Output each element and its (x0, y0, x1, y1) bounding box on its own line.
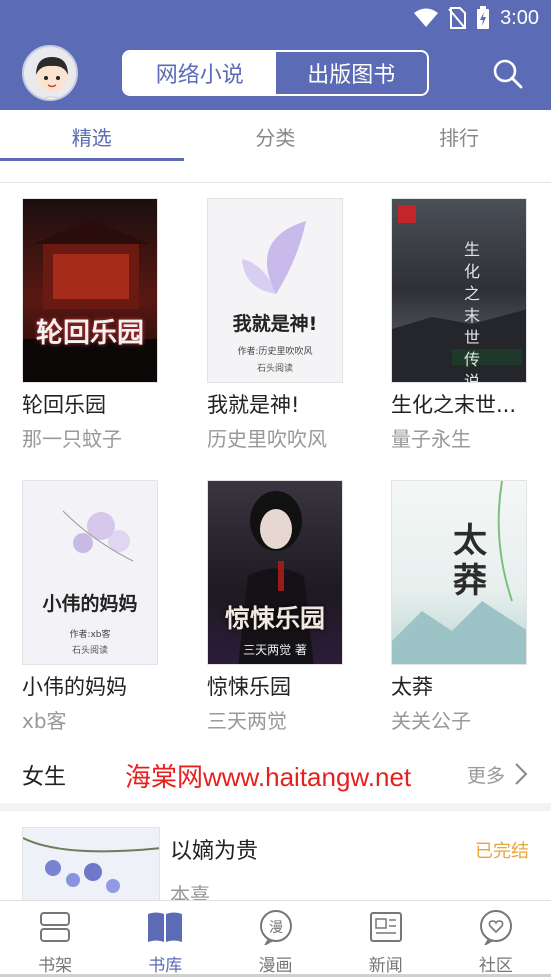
nav-library[interactable]: 书库 (110, 901, 220, 977)
book-author: 三天两觉 (207, 709, 287, 733)
nav-bookshelf[interactable]: 书架 (0, 901, 110, 977)
nav-comics[interactable]: 漫 漫画 (220, 901, 330, 977)
cover-art (23, 219, 157, 382)
cover-title: 惊悚乐园 (224, 604, 325, 633)
tab-bar: 精选 分类 排行 (0, 110, 551, 162)
svg-text:漫: 漫 (269, 920, 283, 936)
book-cover[interactable]: 小伟的妈妈 作者:xb客 石头阅读 (22, 480, 158, 665)
nav-label: 书架 (38, 956, 73, 976)
nav-news[interactable]: 新闻 (331, 901, 441, 977)
list-item[interactable]: 以嫡为贵 已完结 本喜 (0, 811, 551, 907)
book-card[interactable]: 太莽 太莽 关关公子 (391, 480, 551, 734)
no-sim-icon (448, 7, 467, 29)
tab-categories[interactable]: 分类 (184, 110, 368, 162)
divider (0, 182, 551, 183)
nav-label: 书库 (148, 956, 183, 976)
segment-web-novel[interactable]: 网络小说 (124, 52, 276, 94)
search-icon[interactable] (492, 58, 524, 90)
nav-community[interactable]: 社区 (441, 901, 551, 977)
status-bar: 3:00 (414, 4, 539, 32)
status-badge: 已完结 (475, 841, 529, 862)
tab-indicator (0, 158, 184, 161)
book-title: 以嫡为贵 (170, 839, 259, 864)
open-book-icon (145, 907, 185, 947)
nav-label: 漫画 (258, 956, 293, 976)
battery-charging-icon (477, 6, 490, 29)
app-header: 3:00 网络小说 出版图书 (0, 0, 551, 110)
book-cover[interactable] (22, 827, 160, 907)
book-title: 惊悚乐园 (207, 675, 291, 699)
heart-bubble-icon (476, 907, 516, 947)
book-title: 我就是神! (207, 393, 300, 417)
cover-title: 小伟的妈妈 (42, 593, 138, 615)
cover-author: 三天两觉 著 (243, 643, 307, 657)
book-author: xb客 (22, 709, 67, 733)
section-title: 女生 (22, 765, 67, 790)
book-cover[interactable]: 轮回乐园 (22, 198, 158, 383)
book-author: 历史里吹吹风 (207, 427, 327, 451)
book-author: 关关公子 (391, 709, 471, 733)
avatar-icon (36, 57, 68, 99)
divider (0, 803, 551, 811)
cover-author: 作者:xb客 (69, 630, 111, 640)
category-segmented-control: 网络小说 出版图书 (122, 50, 429, 96)
book-author: 量子永生 (391, 427, 471, 451)
book-title: 生化之末世... (391, 393, 517, 417)
book-card[interactable]: 惊悚乐园 三天两觉 著 惊悚乐园 三天两觉 (207, 480, 367, 734)
book-author: 那一只蚊子 (22, 427, 122, 451)
status-time: 3:00 (500, 6, 539, 29)
cover-title: 轮回乐园 (36, 318, 144, 349)
user-avatar[interactable] (22, 45, 78, 101)
cover-title: 我就是神! (232, 313, 318, 335)
book-card[interactable]: 生化之末世传说 生化之末世... 量子永生 (391, 198, 551, 452)
cover-brand: 石头阅读 (256, 364, 293, 374)
nav-label: 社区 (478, 956, 513, 976)
cover-art (23, 837, 159, 893)
book-title: 轮回乐园 (22, 393, 106, 417)
book-cover[interactable]: 生化之末世传说 (391, 198, 527, 383)
cover-title: 太莽 (453, 521, 487, 601)
cover-brand: 石头阅读 (71, 646, 108, 656)
comic-bubble-icon: 漫 (256, 907, 296, 947)
nav-label: 新闻 (368, 956, 403, 976)
segment-published-books[interactable]: 出版图书 (276, 52, 428, 94)
book-title: 太莽 (391, 675, 433, 699)
cover-title: 生化之末世传说 (463, 240, 480, 383)
tab-featured[interactable]: 精选 (0, 110, 184, 162)
book-title: 小伟的妈妈 (22, 675, 127, 699)
book-card[interactable]: 小伟的妈妈 作者:xb客 石头阅读 小伟的妈妈 xb客 (22, 480, 182, 734)
more-link[interactable]: 更多 (467, 761, 505, 788)
book-cover[interactable]: 我就是神! 作者:历史里吹吹风 石头阅读 (207, 198, 343, 383)
book-cover[interactable]: 惊悚乐园 三天两觉 著 (207, 480, 343, 665)
tab-ranking[interactable]: 排行 (367, 110, 551, 162)
newspaper-icon (366, 907, 406, 947)
cover-art (238, 491, 314, 664)
cover-art (392, 205, 526, 382)
cover-author: 作者:历史里吹吹风 (237, 347, 313, 357)
bottom-navigation: 书架 书库 漫 漫画 新闻 社区 (0, 900, 551, 977)
bookshelf-icon (35, 907, 75, 947)
book-card[interactable]: 我就是神! 作者:历史里吹吹风 石头阅读 我就是神! 历史里吹吹风 (207, 198, 367, 452)
watermark-text: 海棠网www.haitangw.net (125, 762, 412, 792)
chevron-right-icon[interactable] (513, 761, 529, 787)
book-cover[interactable]: 太莽 (391, 480, 527, 665)
book-card[interactable]: 轮回乐园 轮回乐园 那一只蚊子 (22, 198, 182, 452)
wifi-icon (414, 8, 439, 27)
